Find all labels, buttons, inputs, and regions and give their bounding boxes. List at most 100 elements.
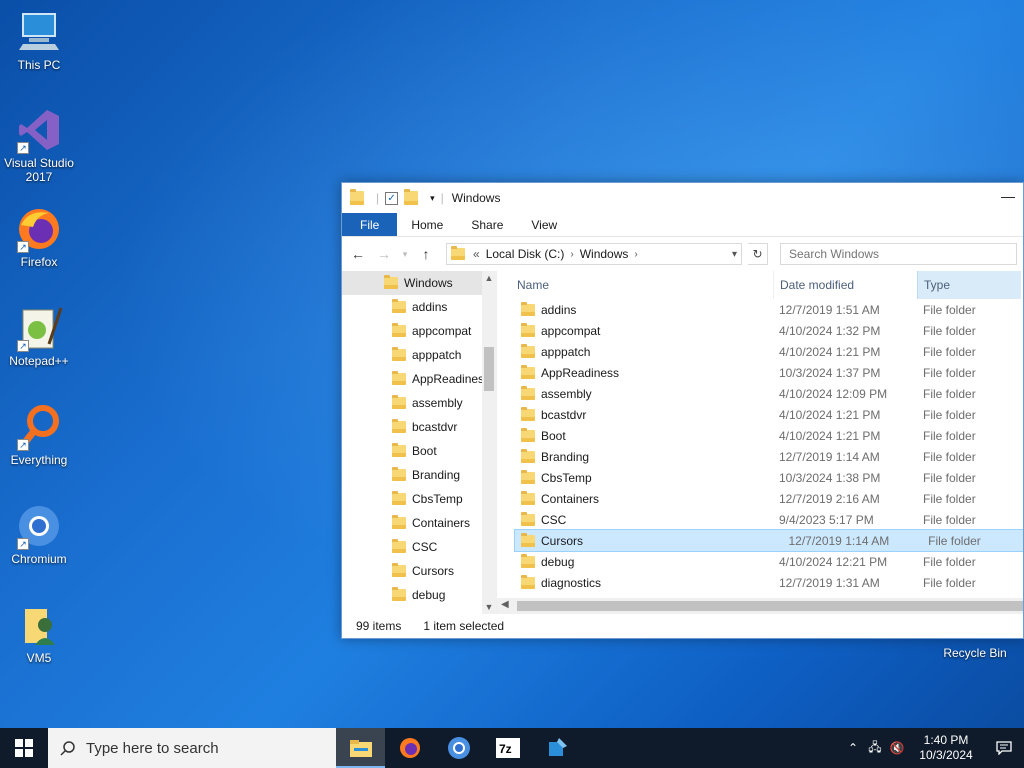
file-name-cell: assembly bbox=[497, 385, 773, 401]
date-modified-cell: 12/7/2019 1:14 AM bbox=[779, 449, 880, 464]
date-modified-cell: 4/10/2024 12:21 PM bbox=[779, 554, 888, 569]
file-row[interactable]: Containers 12/7/2019 2:16 AM File folder bbox=[497, 488, 1023, 509]
tab-view[interactable]: View bbox=[517, 213, 571, 236]
type-cell: File folder bbox=[923, 323, 976, 338]
scroll-up-icon[interactable]: ▲ bbox=[482, 273, 496, 283]
chromium-icon: ↗ bbox=[15, 502, 63, 550]
recent-locations-chevron-icon[interactable]: ▾ bbox=[400, 249, 410, 260]
properties-icon[interactable]: ✓ bbox=[385, 191, 399, 205]
desktop-icon-firefox[interactable]: ↗ Firefox bbox=[2, 205, 76, 269]
taskbar-search-placeholder: Type here to search bbox=[86, 739, 219, 757]
nav-item[interactable]: assembly bbox=[342, 391, 496, 415]
breadcrumb-local-disk[interactable]: Local Disk (C:) bbox=[486, 247, 565, 261]
nav-item[interactable]: CbsTemp bbox=[342, 487, 496, 511]
desktop-icon-this-pc[interactable]: This PC bbox=[2, 8, 76, 72]
nav-item[interactable]: addins bbox=[342, 295, 496, 319]
column-header-name[interactable]: Name bbox=[497, 278, 773, 292]
taskbar-tool[interactable] bbox=[532, 728, 581, 768]
item-count: 99 items bbox=[356, 619, 402, 633]
desktop-icon-vm5[interactable]: VM5 bbox=[2, 601, 76, 665]
desktop-icon-everything[interactable]: ↗ Everything bbox=[2, 403, 76, 467]
breadcrumb-overflow[interactable]: « bbox=[473, 247, 480, 261]
taskbar-7zip[interactable]: 7z bbox=[483, 728, 532, 768]
nav-item[interactable]: debug bbox=[342, 583, 496, 607]
chevron-right-icon[interactable]: › bbox=[634, 249, 637, 260]
taskbar-search-box[interactable]: Type here to search bbox=[48, 728, 336, 768]
file-row[interactable]: bcastdvr 4/10/2024 1:21 PM File folder bbox=[497, 404, 1023, 425]
file-name-cell: appcompat bbox=[497, 322, 773, 338]
network-icon[interactable]: 🖧 bbox=[864, 738, 886, 759]
minimize-button[interactable]: — bbox=[1001, 189, 1017, 205]
clock[interactable]: 1:40 PM 10/3/2024 bbox=[908, 733, 984, 763]
taskbar-firefox[interactable] bbox=[385, 728, 434, 768]
start-button[interactable] bbox=[0, 728, 48, 768]
up-arrow-icon[interactable]: ↑ bbox=[416, 246, 436, 262]
file-row[interactable]: diagnostics 12/7/2019 1:31 AM File folder bbox=[497, 572, 1023, 593]
nav-item[interactable]: CSC bbox=[342, 535, 496, 559]
horizontal-scroll-thumb[interactable] bbox=[517, 601, 1023, 611]
folder-icon bbox=[521, 553, 535, 568]
search-input[interactable] bbox=[789, 247, 1008, 261]
nav-item[interactable]: Boot bbox=[342, 439, 496, 463]
system-tray: ⌃ 🖧 🔇 1:40 PM 10/3/2024 bbox=[842, 728, 1024, 768]
breadcrumb-windows[interactable]: Windows bbox=[580, 247, 629, 261]
column-header-date[interactable]: Date modified bbox=[773, 271, 917, 299]
address-dropdown-icon[interactable]: ▾ bbox=[732, 249, 737, 260]
refresh-button[interactable]: ↻ bbox=[748, 243, 768, 265]
nav-item[interactable]: Cursors bbox=[342, 559, 496, 583]
file-row[interactable]: CbsTemp 10/3/2024 1:38 PM File folder bbox=[497, 467, 1023, 488]
horizontal-scrollbar[interactable]: ◀ bbox=[497, 598, 1023, 614]
nav-item[interactable]: Containers bbox=[342, 511, 496, 535]
taskbar-file-explorer[interactable] bbox=[336, 728, 385, 768]
file-row[interactable]: CSC 9/4/2023 5:17 PM File folder bbox=[497, 509, 1023, 530]
shortcut-arrow-icon: ↗ bbox=[17, 142, 29, 154]
file-row[interactable]: debug 4/10/2024 12:21 PM File folder bbox=[497, 551, 1023, 572]
nav-item[interactable]: bcastdvr bbox=[342, 415, 496, 439]
file-row[interactable]: Cursors 12/7/2019 1:14 AM File folder bbox=[514, 529, 1023, 552]
nav-scrollbar[interactable]: ▲ ▼ bbox=[482, 271, 496, 614]
notifications-button[interactable] bbox=[984, 741, 1024, 755]
file-row[interactable]: AppReadiness 10/3/2024 1:37 PM File folder bbox=[497, 362, 1023, 383]
tab-file[interactable]: File bbox=[342, 213, 398, 236]
folder-icon bbox=[392, 563, 406, 577]
file-row[interactable]: addins 12/7/2019 1:51 AM File folder bbox=[497, 299, 1023, 320]
new-folder-icon[interactable] bbox=[404, 189, 419, 205]
file-row[interactable]: assembly 4/10/2024 12:09 PM File folder bbox=[497, 383, 1023, 404]
scroll-left-icon[interactable]: ◀ bbox=[501, 599, 509, 610]
volume-muted-icon[interactable]: 🔇 bbox=[886, 741, 908, 755]
chevron-right-icon[interactable]: › bbox=[570, 249, 573, 260]
tab-share[interactable]: Share bbox=[457, 213, 517, 236]
nav-scroll-thumb[interactable] bbox=[484, 347, 494, 391]
forward-arrow-icon[interactable]: → bbox=[374, 246, 394, 262]
ribbon-tabs: File Home Share View bbox=[342, 213, 1023, 237]
file-row[interactable]: Boot 4/10/2024 1:21 PM File folder bbox=[497, 425, 1023, 446]
address-bar[interactable]: « Local Disk (C:) › Windows › ▾ bbox=[446, 243, 742, 265]
file-row[interactable]: appcompat 4/10/2024 1:32 PM File folder bbox=[497, 320, 1023, 341]
shortcut-arrow-icon: ↗ bbox=[17, 439, 29, 451]
scroll-down-icon[interactable]: ▼ bbox=[482, 602, 496, 612]
file-row[interactable]: Branding 12/7/2019 1:14 AM File folder bbox=[497, 446, 1023, 467]
folder-icon bbox=[392, 491, 406, 505]
nav-item[interactable]: apppatch bbox=[342, 343, 496, 367]
customize-toolbar-icon[interactable]: ▾ bbox=[430, 193, 435, 204]
selection-count: 1 item selected bbox=[423, 619, 505, 633]
folder-icon bbox=[392, 587, 406, 601]
back-arrow-icon[interactable]: ← bbox=[348, 246, 368, 262]
folder-icon bbox=[521, 574, 535, 589]
desktop-icon-notepadpp[interactable]: ↗ Notepad++ bbox=[2, 304, 76, 368]
column-header-type[interactable]: Type bbox=[917, 271, 1021, 299]
nav-item-windows[interactable]: Windows bbox=[342, 271, 496, 295]
file-row[interactable]: apppatch 4/10/2024 1:21 PM File folder bbox=[497, 341, 1023, 362]
tab-home[interactable]: Home bbox=[397, 213, 457, 236]
search-box[interactable] bbox=[780, 243, 1017, 265]
folder-icon bbox=[392, 467, 406, 481]
taskbar-chromium[interactable] bbox=[434, 728, 483, 768]
show-hidden-icons-chevron[interactable]: ⌃ bbox=[842, 741, 864, 755]
nav-item[interactable]: AppReadiness bbox=[342, 367, 496, 391]
nav-item[interactable]: appcompat bbox=[342, 319, 496, 343]
type-cell: File folder bbox=[923, 449, 976, 464]
desktop-icon-visual-studio[interactable]: ↗ Visual Studio 2017 bbox=[2, 106, 76, 184]
desktop-icon-chromium[interactable]: ↗ Chromium bbox=[2, 502, 76, 566]
windows-logo-icon bbox=[15, 739, 33, 757]
nav-item[interactable]: Branding bbox=[342, 463, 496, 487]
